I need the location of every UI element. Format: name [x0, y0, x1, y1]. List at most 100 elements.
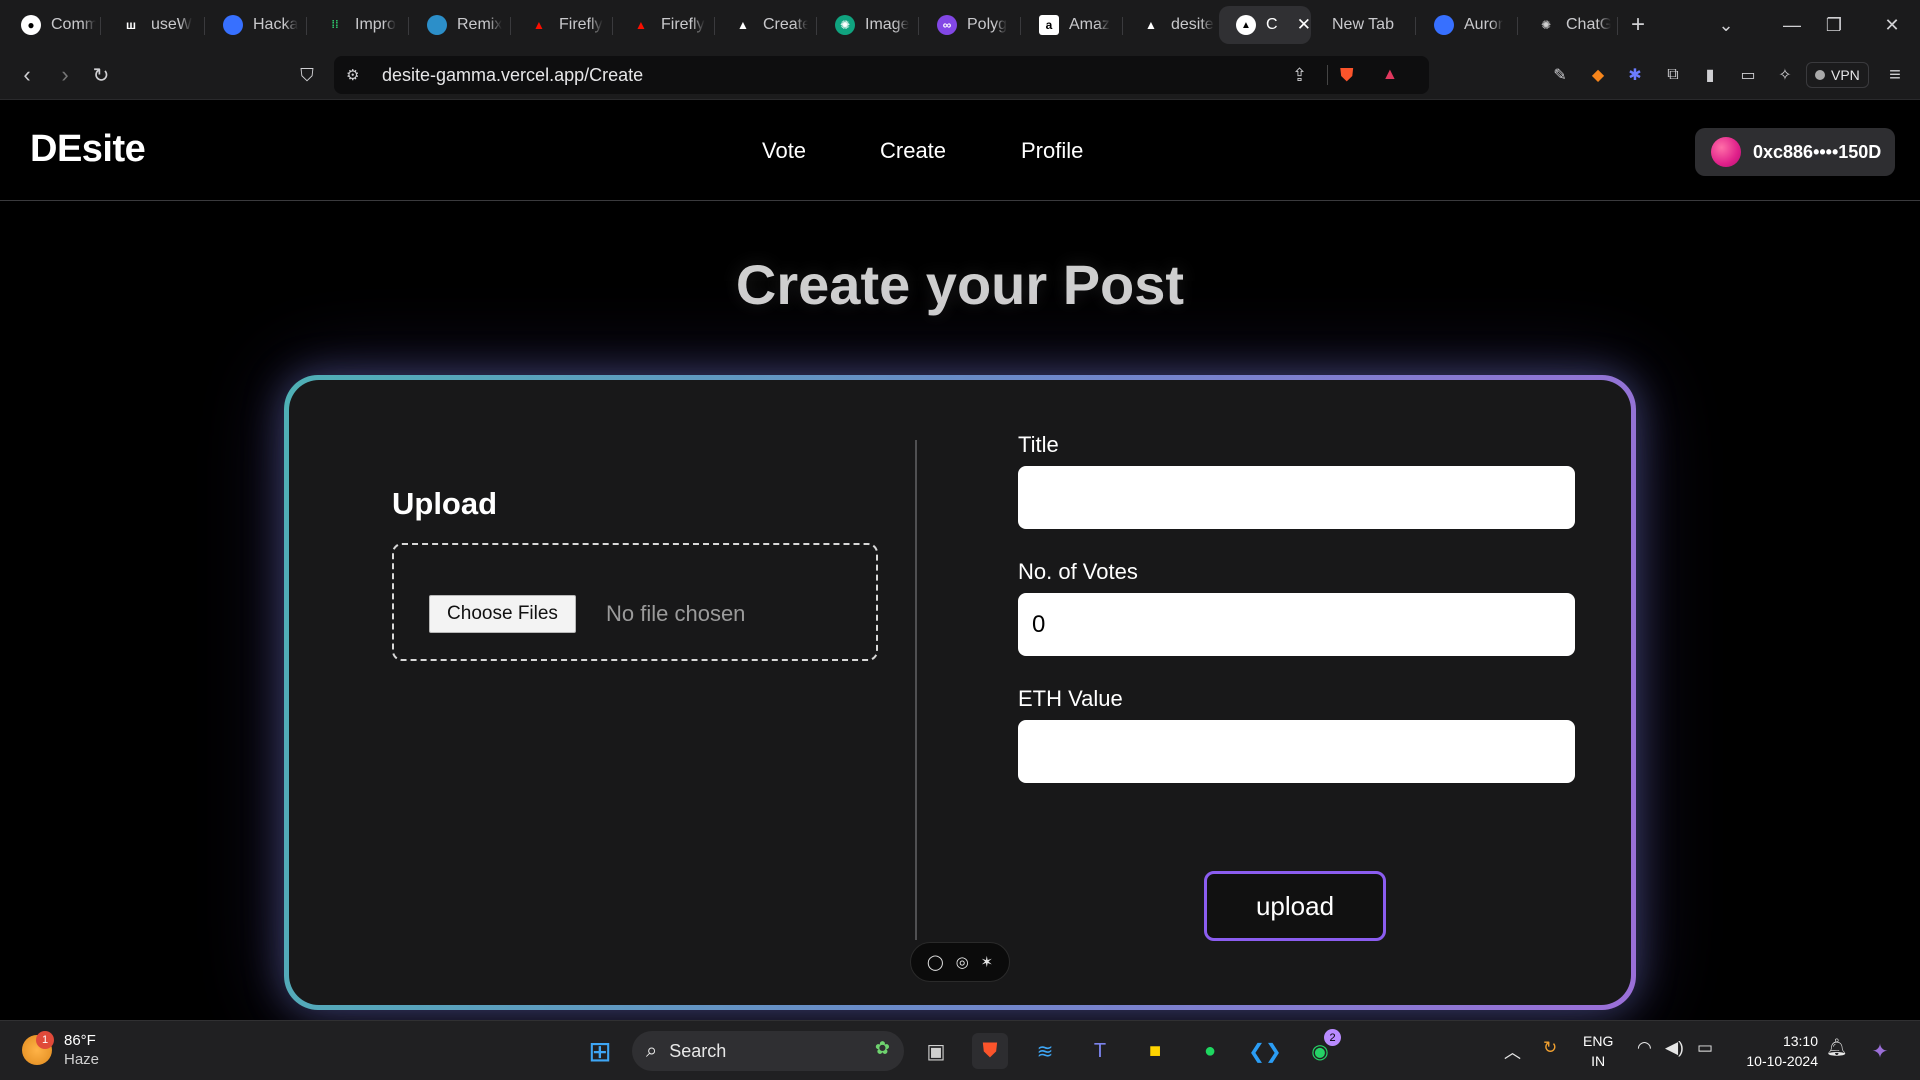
browser-tab-active[interactable]: ▲ C ✕ — [1219, 6, 1311, 44]
browser-tab[interactable]: a Amaz — [1022, 6, 1114, 44]
vpn-status-icon — [1815, 70, 1825, 80]
wallet-address: 0xc886••••150D — [1753, 141, 1882, 162]
url-text[interactable]: desite-gamma.vercel.app/Create — [382, 65, 643, 86]
new-tab-plus-icon[interactable]: + — [1614, 0, 1662, 50]
wifi-app-icon[interactable]: ≋ — [1027, 1033, 1063, 1069]
brave-taskbar-icon[interactable]: ⛊ — [972, 1033, 1008, 1069]
teams-icon[interactable]: T — [1082, 1033, 1118, 1069]
windows-taskbar: 1 86°F Haze ⊞ ⌕ Search ✿ ▣ ⛊ ≋ T ■ ● ❮❯ … — [0, 1020, 1920, 1080]
upload-button[interactable]: upload — [1204, 871, 1386, 941]
comment-icon[interactable]: ◯ — [927, 953, 944, 971]
eth-value-input[interactable] — [1018, 720, 1575, 783]
title-label: Title — [1018, 432, 1059, 457]
close-window-icon[interactable]: ✕ — [1868, 0, 1916, 50]
minimize-icon[interactable]: — — [1768, 0, 1816, 50]
site-header: DEsite Vote Create Profile 0xc886••••150… — [0, 100, 1920, 201]
wifi-icon[interactable]: ◠ — [1637, 1038, 1652, 1058]
brave-shield-icon[interactable]: ⛊ — [1340, 65, 1354, 86]
restore-icon[interactable]: ❐ — [1810, 0, 1858, 50]
file-dropzone[interactable]: Choose Files No file chosen — [392, 543, 878, 661]
title-input[interactable] — [1018, 466, 1575, 529]
browser-tab[interactable]: ✺ Image — [818, 6, 910, 44]
nav-profile[interactable]: Profile — [1021, 138, 1083, 164]
weather-haze-icon: 1 — [22, 1031, 54, 1065]
browser-toolbar: ‹ › ↻ ⛉ ⚙ desite-gamma.vercel.app/Create… — [0, 50, 1920, 100]
wagmi-icon: ш — [125, 18, 136, 32]
accessibility-icon[interactable]: ✶ — [981, 953, 994, 971]
browser-tab[interactable]: ▲ Create — [716, 6, 808, 44]
weather-widget[interactable]: 1 86°F Haze — [22, 1031, 99, 1069]
extension-gear-icon[interactable]: ✱ — [1622, 62, 1648, 88]
browser-tab[interactable]: ▲ Firefly — [614, 6, 706, 44]
clock-time: 13:10 — [1782, 1033, 1818, 1049]
browser-tab[interactable]: ▲ desite — [1124, 6, 1216, 44]
website-viewport: DEsite Vote Create Profile 0xc886••••150… — [0, 100, 1920, 1020]
notification-bell-icon[interactable]: 🔔︎ — [1826, 1038, 1848, 1058]
site-info-icon[interactable]: ⚙ — [346, 66, 359, 84]
browser-tab[interactable]: Remix — [410, 6, 502, 44]
windows-start-icon[interactable]: ⊞ — [582, 1033, 618, 1069]
page-title: Create your Post — [735, 253, 1185, 316]
forward-icon[interactable]: › — [50, 60, 80, 90]
tray-chevron-icon[interactable]: ︿ — [1504, 1038, 1521, 1063]
nav-vote[interactable]: Vote — [762, 138, 806, 164]
weather-desc: Haze — [64, 1051, 100, 1068]
browser-tab[interactable]: ш useW — [104, 6, 196, 44]
whatsapp-badge: 2 — [1324, 1029, 1341, 1046]
brave-rewards-icon[interactable]: ▲ — [1382, 66, 1398, 84]
eyedropper-extension-icon[interactable]: ✎ — [1547, 62, 1573, 88]
site-logo[interactable]: DEsite — [30, 128, 146, 171]
volume-icon[interactable]: ◀) — [1665, 1038, 1684, 1058]
search-icon: ⌕ — [646, 1039, 658, 1062]
taskbar-search[interactable]: ⌕ Search ✿ — [632, 1031, 904, 1071]
metamask-icon[interactable]: ◆ — [1585, 62, 1611, 88]
weather-badge: 1 — [36, 1031, 54, 1049]
weather-temp: 86°F — [64, 1032, 96, 1049]
wallet-button[interactable]: 0xc886••••150D — [1695, 128, 1895, 176]
sidebar-icon[interactable]: ▮ — [1697, 62, 1723, 88]
vercel-icon: ▲ — [737, 18, 749, 32]
menu-icon[interactable]: ≡ — [1882, 62, 1908, 88]
browser-tab[interactable]: ● Comm — [4, 6, 96, 44]
browser-tab[interactable]: New Tab — [1315, 6, 1415, 44]
leo-ai-icon[interactable]: ✧ — [1772, 62, 1798, 88]
browser-tab[interactable]: ▲ Firefly — [512, 6, 604, 44]
browser-tab[interactable]: Auror — [1417, 6, 1509, 44]
sync-icon[interactable]: ↻ — [1543, 1038, 1557, 1058]
vercel-icon: ▲ — [1236, 15, 1256, 35]
eth-value-label: ETH Value — [1018, 686, 1123, 711]
address-bar[interactable]: ⚙ desite-gamma.vercel.app/Create ⇪ ⛊ ▲ — [334, 56, 1429, 94]
vscode-icon[interactable]: ❮❯ — [1247, 1033, 1283, 1069]
search-label: Search — [669, 1040, 727, 1061]
github-icon: ● — [21, 15, 41, 35]
browser-tab[interactable]: ✺ ChatG — [1519, 6, 1611, 44]
floating-toolbar: ◯ ◎ ✶ — [910, 942, 1010, 982]
no-file-chosen-text: No file chosen — [606, 601, 746, 626]
sticky-notes-icon[interactable]: ■ — [1137, 1033, 1173, 1069]
copilot-icon[interactable]: ✦ — [1862, 1033, 1898, 1069]
choose-files-button[interactable]: Choose Files — [429, 595, 576, 633]
whatsapp-icon[interactable]: ◉ 2 — [1302, 1029, 1341, 1069]
amazon-icon: a — [1039, 15, 1059, 35]
browser-tab[interactable]: Hacka — [206, 6, 298, 44]
language-indicator[interactable]: ENG IN — [1583, 1031, 1613, 1071]
wallet-icon[interactable]: ▭ — [1735, 62, 1761, 88]
browser-tab[interactable]: ⁞⁞ Impro — [308, 6, 400, 44]
tab-search-chevron-icon[interactable]: ⌄ — [1702, 0, 1750, 50]
reload-icon[interactable]: ↻ — [86, 60, 116, 90]
browser-tab[interactable]: ∞ Polyg — [920, 6, 1012, 44]
votes-input[interactable]: 0 — [1018, 593, 1575, 656]
spotify-icon[interactable]: ● — [1192, 1033, 1228, 1069]
vpn-button[interactable]: VPN — [1806, 62, 1869, 88]
extensions-puzzle-icon[interactable]: ⧉ — [1660, 62, 1686, 88]
system-clock[interactable]: 13:10 10-10-2024 — [1734, 1031, 1818, 1071]
back-icon[interactable]: ‹ — [12, 60, 42, 90]
battery-icon[interactable]: ▭ — [1697, 1038, 1713, 1058]
bookmark-icon[interactable]: ⛉ — [292, 60, 322, 90]
adobe-icon: ▲ — [533, 18, 545, 32]
view-icon[interactable]: ◎ — [956, 953, 969, 971]
task-view-icon[interactable]: ▣ — [918, 1033, 954, 1069]
nav-create[interactable]: Create — [880, 138, 946, 164]
share-icon[interactable]: ⇪ — [1292, 65, 1307, 86]
close-tab-icon[interactable]: ✕ — [1297, 15, 1311, 35]
